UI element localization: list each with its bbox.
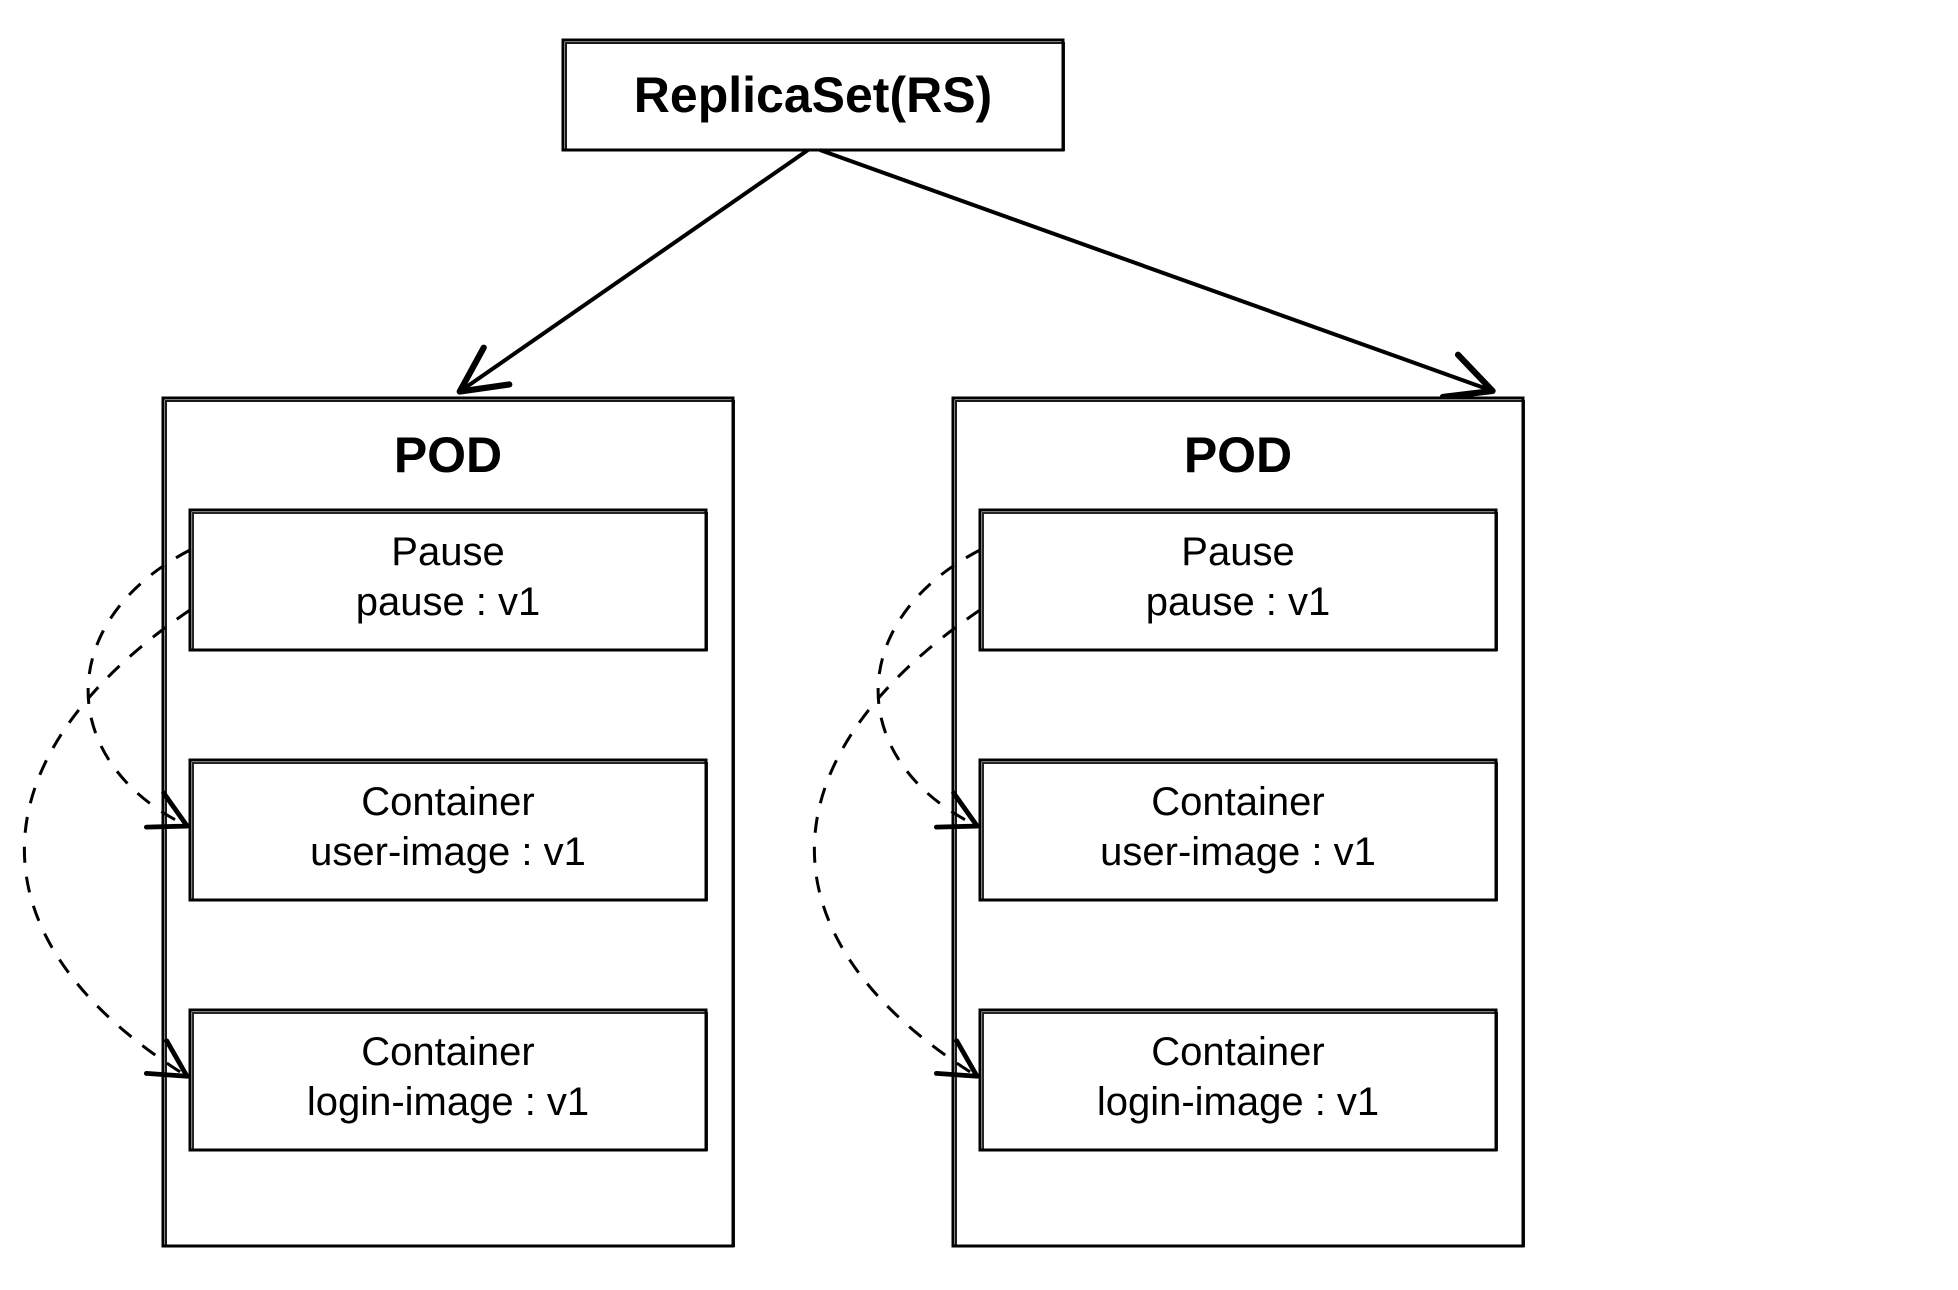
replicaset-title: ReplicaSet(RS) [634,67,992,123]
pod1-container-2: Container user-image : v1 [190,760,707,900]
pod2-c2-image: user-image : v1 [1100,830,1376,874]
pod1-container-3: Container login-image : v1 [190,1010,707,1150]
arrow-rs-to-pod-left [462,150,808,390]
pod-title-2: POD [1184,427,1292,483]
pod1-c1-image: pause : v1 [356,580,541,624]
arrow-rs-to-pod-right [820,150,1490,390]
pod1-c1-name: Pause [391,530,504,574]
pod-box-2: POD Pause pause : v1 Container user-imag… [953,398,1524,1246]
pod1-c2-name: Container [361,780,534,824]
diagram-canvas: ReplicaSet(RS) POD Pause pause : v1 Cont… [0,0,1958,1290]
replicaset-box: ReplicaSet(RS) [563,40,1064,150]
pod-box-1: POD Pause pause : v1 Container user-imag… [163,398,734,1246]
pod1-container-1: Pause pause : v1 [190,510,707,650]
pod2-container-1: Pause pause : v1 [980,510,1497,650]
pod2-c3-image: login-image : v1 [1097,1080,1379,1124]
pod2-container-2: Container user-image : v1 [980,760,1497,900]
pod2-c1-image: pause : v1 [1146,580,1331,624]
pod2-c3-name: Container [1151,1030,1324,1074]
pod2-c1-name: Pause [1181,530,1294,574]
pod2-c2-name: Container [1151,780,1324,824]
pod1-c3-name: Container [361,1030,534,1074]
pod-title-1: POD [394,427,502,483]
pod2-container-3: Container login-image : v1 [980,1010,1497,1150]
pod1-c3-image: login-image : v1 [307,1080,589,1124]
pod1-c2-image: user-image : v1 [310,830,586,874]
